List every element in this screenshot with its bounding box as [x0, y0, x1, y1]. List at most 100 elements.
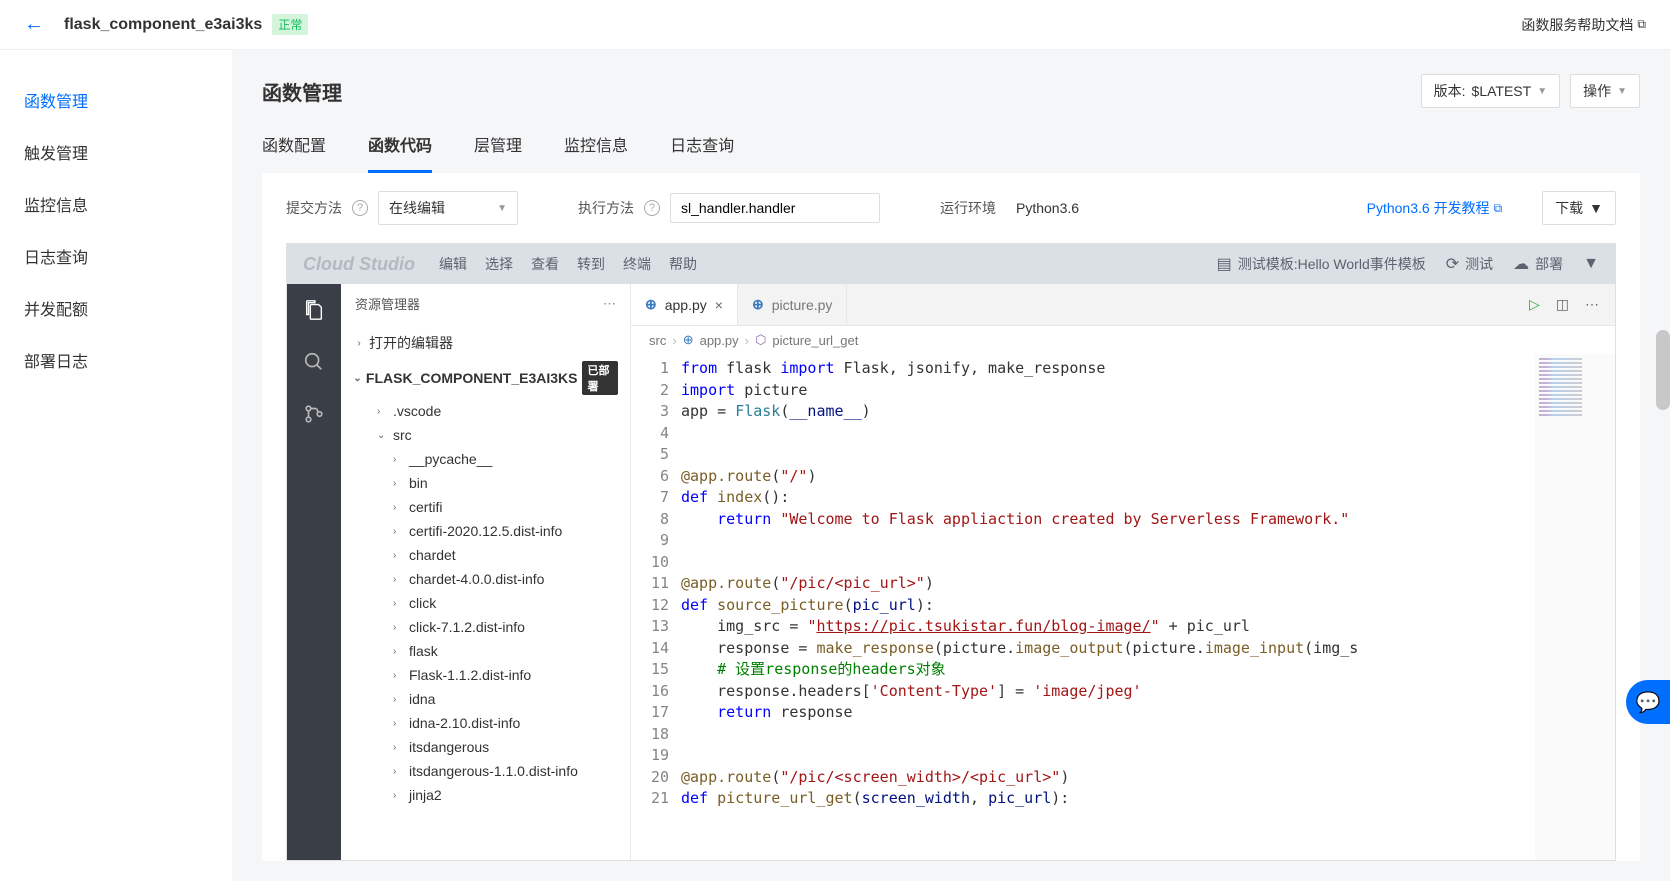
folder-item[interactable]: ›certifi — [345, 495, 626, 519]
explorer-icon[interactable] — [298, 294, 330, 326]
folder-item[interactable]: ›idna-2.10.dist-info — [345, 711, 626, 735]
folder-item[interactable]: ›flask — [345, 639, 626, 663]
menu-goto[interactable]: 转到 — [577, 254, 605, 274]
folder-item[interactable]: ›__pycache__ — [345, 447, 626, 471]
chevron-down-icon: ⌄ — [377, 430, 389, 441]
source-control-icon[interactable] — [298, 398, 330, 430]
chevron-right-icon: › — [393, 718, 405, 729]
python-icon: ⊕ — [752, 296, 764, 313]
nav-trigger-mgmt[interactable]: 触发管理 — [0, 126, 232, 178]
content-tabs: 函数配置 函数代码 层管理 监控信息 日志查询 — [232, 108, 1670, 173]
menu-select[interactable]: 选择 — [485, 254, 513, 274]
code-toolbar: 提交方法 ? 在线编辑 ▼ 执行方法 ? 运行环境 Python3.6 P — [262, 173, 1640, 243]
test-template-selector[interactable]: ▤ 测试模板:Hello World事件模板 — [1217, 254, 1426, 274]
breadcrumb[interactable]: src › ⊕ app.py › ⬡ picture_url_get — [631, 326, 1615, 354]
submit-method-label: 提交方法 — [286, 198, 342, 218]
chevron-right-icon: › — [393, 574, 405, 585]
chevron-right-icon: › — [353, 338, 365, 349]
download-button[interactable]: 下载 ▼ — [1542, 191, 1616, 225]
chevron-right-icon: › — [745, 333, 749, 348]
chevron-down-icon: ⌄ — [353, 373, 362, 384]
folder-item[interactable]: ›itsdangerous-1.1.0.dist-info — [345, 759, 626, 783]
tab-function-config[interactable]: 函数配置 — [262, 132, 326, 173]
function-name: flask_component_e3ai3ks — [64, 16, 262, 34]
top-header: ← flask_component_e3ai3ks 正常 函数服务帮助文档 ⧉ — [0, 0, 1670, 50]
tab-logs[interactable]: 日志查询 — [670, 132, 734, 173]
caret-down-icon: ▼ — [497, 203, 507, 214]
split-editor-icon[interactable]: ◫ — [1556, 296, 1569, 313]
folder-item[interactable]: ›itsdangerous — [345, 735, 626, 759]
close-icon[interactable]: × — [715, 297, 723, 313]
chevron-right-icon: › — [393, 646, 405, 657]
folder-item[interactable]: ›chardet-4.0.0.dist-info — [345, 567, 626, 591]
runtime-value: Python3.6 — [1016, 200, 1079, 216]
folder-item[interactable]: ›click — [345, 591, 626, 615]
minimap[interactable] — [1535, 354, 1615, 860]
folder-item[interactable]: ›certifi-2020.12.5.dist-info — [345, 519, 626, 543]
test-icon: ⟳ — [1446, 254, 1459, 274]
version-selector[interactable]: 版本: $LATEST ▼ — [1421, 74, 1560, 108]
editor-tabs: ⊕ app.py × ⊕ picture.py ▷ — [631, 284, 1615, 326]
scrollbar[interactable] — [1656, 330, 1670, 410]
chat-bubble-icon[interactable]: 💬 — [1626, 680, 1670, 724]
menu-edit[interactable]: 编辑 — [439, 254, 467, 274]
nav-monitor[interactable]: 监控信息 — [0, 178, 232, 230]
cloud-studio-ide: Cloud Studio 编辑 选择 查看 转到 终端 帮助 ▤ 测试模板:He… — [286, 243, 1616, 861]
deploy-button[interactable]: ☁ 部署 — [1513, 254, 1563, 274]
test-button[interactable]: ⟳ 测试 — [1446, 254, 1493, 274]
menu-view[interactable]: 查看 — [531, 254, 559, 274]
menu-terminal[interactable]: 终端 — [623, 254, 651, 274]
deployed-badge: 已部署 — [582, 361, 619, 395]
caret-down-icon: ▼ — [1617, 86, 1627, 97]
back-arrow-icon[interactable]: ← — [24, 13, 44, 36]
external-link-icon: ⧉ — [1637, 17, 1646, 32]
collapse-icon[interactable]: ▼ — [1583, 255, 1599, 273]
template-icon: ▤ — [1217, 254, 1232, 274]
chevron-right-icon: › — [393, 766, 405, 777]
search-icon[interactable] — [298, 346, 330, 378]
chevron-right-icon: › — [393, 502, 405, 513]
submit-method-select[interactable]: 在线编辑 ▼ — [378, 191, 518, 225]
code-editor[interactable]: 123456789101112131415161718192021 from f… — [631, 354, 1615, 860]
more-icon[interactable]: ⋯ — [1585, 296, 1599, 313]
activity-bar — [287, 284, 341, 860]
chevron-right-icon: › — [393, 526, 405, 537]
runtime-label: 运行环境 — [940, 198, 996, 218]
chevron-right-icon: › — [393, 742, 405, 753]
folder-item[interactable]: ›chardet — [345, 543, 626, 567]
nav-logs[interactable]: 日志查询 — [0, 230, 232, 282]
caret-down-icon: ▼ — [1537, 86, 1547, 97]
nav-deploy-log[interactable]: 部署日志 — [0, 334, 232, 386]
tab-layer-mgmt[interactable]: 层管理 — [474, 132, 522, 173]
exec-method-input[interactable] — [670, 193, 880, 223]
nav-function-mgmt[interactable]: 函数管理 — [0, 74, 232, 126]
folder-item[interactable]: ›idna — [345, 687, 626, 711]
chevron-right-icon: › — [393, 550, 405, 561]
more-icon[interactable]: ⋯ — [603, 296, 616, 312]
code-content[interactable]: from flask import Flask, jsonify, make_r… — [681, 354, 1535, 860]
folder-src[interactable]: ⌄ src — [345, 423, 626, 447]
tab-monitor[interactable]: 监控信息 — [564, 132, 628, 173]
folder-item[interactable]: ›jinja2 — [345, 783, 626, 807]
line-numbers: 123456789101112131415161718192021 — [631, 354, 681, 860]
folder-item[interactable]: ›bin — [345, 471, 626, 495]
tab-picture-py[interactable]: ⊕ picture.py — [738, 284, 847, 325]
action-selector[interactable]: 操作 ▼ — [1570, 74, 1640, 108]
folder-vscode[interactable]: › .vscode — [345, 399, 626, 423]
help-doc-link[interactable]: 函数服务帮助文档 ⧉ — [1521, 15, 1646, 35]
run-icon[interactable]: ▷ — [1529, 296, 1540, 313]
nav-concurrency[interactable]: 并发配额 — [0, 282, 232, 334]
chevron-right-icon: › — [377, 406, 389, 417]
tab-function-code[interactable]: 函数代码 — [368, 132, 432, 173]
folder-item[interactable]: ›click-7.1.2.dist-info — [345, 615, 626, 639]
explorer-title: 资源管理器 — [355, 294, 420, 313]
project-root[interactable]: ⌄ FLASK_COMPONENT_E3AI3KS 已部署 — [345, 357, 626, 399]
folder-item[interactable]: ›Flask-1.1.2.dist-info — [345, 663, 626, 687]
help-icon[interactable]: ? — [644, 200, 660, 216]
tutorial-link[interactable]: Python3.6 开发教程 ⧉ — [1367, 198, 1503, 218]
help-icon[interactable]: ? — [352, 200, 368, 216]
open-editors-section[interactable]: › 打开的编辑器 — [345, 329, 626, 357]
tab-app-py[interactable]: ⊕ app.py × — [631, 284, 738, 325]
page-title: 函数管理 — [262, 77, 342, 106]
menu-help[interactable]: 帮助 — [669, 254, 697, 274]
